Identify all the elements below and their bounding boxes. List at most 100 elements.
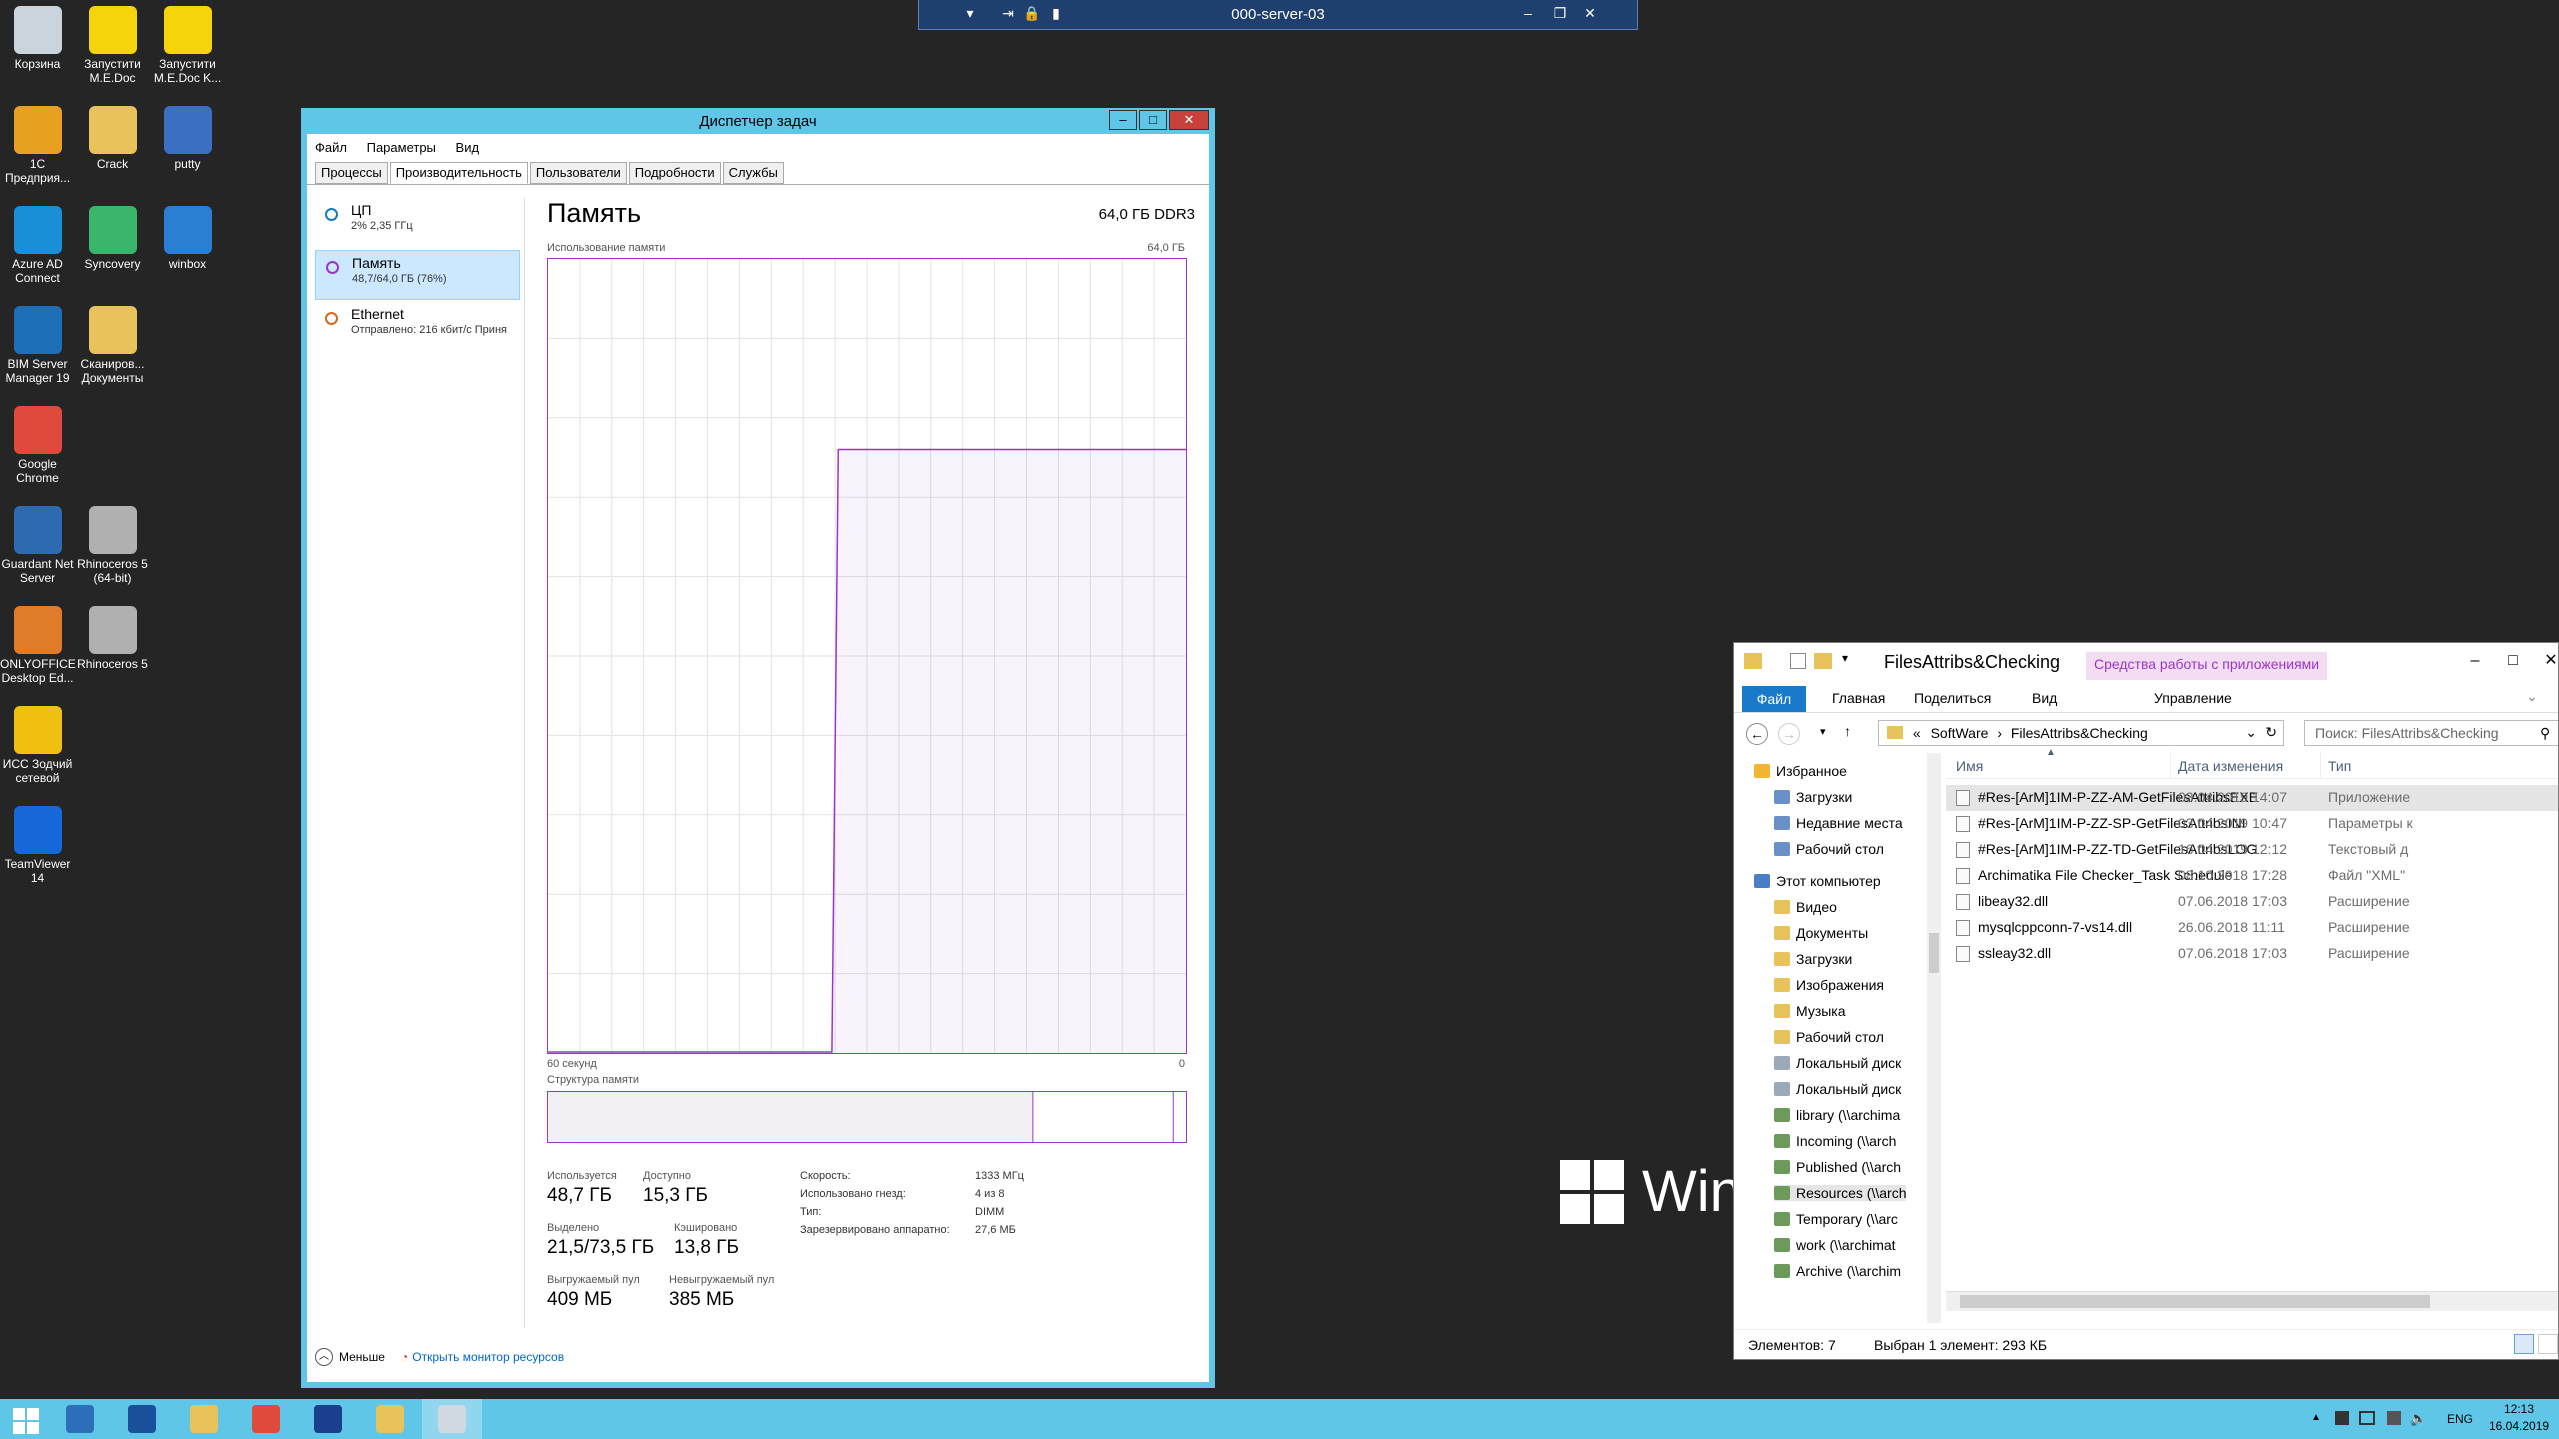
resource-ethernet[interactable]: Ethernet Отправлено: 216 кбит/с Приня bbox=[315, 302, 520, 352]
taskbar-button[interactable] bbox=[0, 1399, 48, 1439]
chevron-up-icon[interactable]: ︿ bbox=[315, 1348, 333, 1366]
desktop-icon[interactable]: Syncovery bbox=[75, 206, 150, 271]
language-indicator[interactable]: ENG bbox=[2447, 1412, 2473, 1426]
taskbar-button[interactable] bbox=[298, 1399, 358, 1439]
column-type[interactable]: Тип bbox=[2328, 758, 2351, 774]
tray-app-icon[interactable] bbox=[2335, 1411, 2349, 1425]
tab-performance[interactable]: Производительность bbox=[389, 162, 528, 184]
scrollbar-thumb[interactable] bbox=[1929, 933, 1939, 973]
details-view-icon[interactable] bbox=[2514, 1334, 2534, 1354]
forward-arrow-icon[interactable]: → bbox=[1778, 723, 1800, 745]
search-input[interactable]: Поиск: FilesAttribs&Checking bbox=[2304, 720, 2558, 746]
column-date[interactable]: Дата изменения bbox=[2178, 758, 2283, 774]
nav-favorites[interactable]: Избранное bbox=[1754, 763, 1847, 779]
refresh-icon[interactable]: ↻ bbox=[2265, 724, 2277, 741]
desktop-icon[interactable]: ONLYOFFICE Desktop Ed... bbox=[0, 606, 76, 685]
desktop-icon[interactable]: Crack bbox=[75, 106, 150, 171]
nav-item[interactable]: Published (\\arch bbox=[1774, 1159, 1901, 1175]
nav-computer[interactable]: Этот компьютер bbox=[1754, 873, 1881, 889]
file-row[interactable]: #Res-[ArM]1IM-P-ZZ-TD-GetFilesAttribsLOG… bbox=[1946, 837, 2558, 863]
desktop-icon[interactable]: Guardant Net Server bbox=[0, 506, 75, 585]
notification-icon[interactable] bbox=[2387, 1411, 2401, 1425]
up-arrow-icon[interactable]: ↑ bbox=[1844, 723, 1851, 739]
open-resource-monitor-link[interactable]: Открыть монитор ресурсов bbox=[412, 1350, 564, 1364]
network-icon[interactable] bbox=[2359, 1411, 2375, 1425]
tab-services[interactable]: Службы bbox=[722, 162, 784, 184]
column-name[interactable]: Имя bbox=[1956, 758, 1983, 774]
menu-file[interactable]: Файл bbox=[315, 140, 347, 155]
file-row[interactable]: mysqlcppconn-7-vs14.dll 26.06.2018 11:11 Р… bbox=[1946, 915, 2558, 941]
file-row[interactable]: ssleay32.dll 07.06.2018 17:03 Расширение bbox=[1946, 941, 2558, 967]
nav-item[interactable]: Resources (\\arch bbox=[1774, 1185, 1907, 1201]
nav-item[interactable]: Локальный диск bbox=[1774, 1055, 1901, 1071]
taskbar-button[interactable] bbox=[50, 1399, 110, 1439]
ribbon-file[interactable]: Файл bbox=[1742, 686, 1806, 712]
clock[interactable]: 12:13 16.04.2019 bbox=[2489, 1402, 2549, 1433]
nav-item[interactable]: Локальный диск bbox=[1774, 1081, 1901, 1097]
address-dropdown-icon[interactable]: ⌄ bbox=[2245, 724, 2257, 741]
nav-item[interactable]: Музыка bbox=[1774, 1003, 1846, 1019]
ribbon-view[interactable]: Вид bbox=[2032, 690, 2057, 706]
restore-icon[interactable]: ❐ bbox=[1551, 4, 1569, 22]
nav-item[interactable]: Загрузки bbox=[1774, 789, 1852, 805]
nav-item[interactable]: Archive (\\archim bbox=[1774, 1263, 1901, 1279]
nav-item[interactable]: Изображения bbox=[1774, 977, 1884, 993]
nav-item[interactable]: Документы bbox=[1774, 925, 1868, 941]
taskbar-button[interactable] bbox=[236, 1399, 296, 1439]
desktop-icon[interactable]: Azure AD Connect bbox=[0, 206, 75, 285]
taskbar-button[interactable] bbox=[422, 1399, 482, 1439]
desktop-icon[interactable]: Rhinoceros 5 bbox=[75, 606, 150, 671]
desktop-icon[interactable]: putty bbox=[150, 106, 225, 171]
taskbar-button[interactable] bbox=[360, 1399, 420, 1439]
title-bar[interactable]: Диспетчер задач – □ ✕ bbox=[301, 108, 1215, 134]
quick-access-dropdown-icon[interactable]: ▾ bbox=[1842, 651, 1848, 665]
desktop-icon[interactable]: winbox bbox=[150, 206, 225, 271]
new-folder-icon[interactable] bbox=[1814, 653, 1832, 669]
menu-view[interactable]: Вид bbox=[456, 140, 480, 155]
file-row[interactable]: libeay32.dll 07.06.2018 17:03 Расширение bbox=[1946, 889, 2558, 915]
fewer-details-button[interactable]: Меньше bbox=[339, 1350, 385, 1364]
desktop-icon[interactable]: Корзина bbox=[0, 6, 75, 71]
minimize-icon[interactable]: – bbox=[1519, 4, 1537, 22]
nav-scrollbar[interactable] bbox=[1927, 753, 1941, 1323]
ribbon-expand-icon[interactable]: ⌄ bbox=[2526, 688, 2538, 705]
nav-item[interactable]: Рабочий стол bbox=[1774, 1029, 1884, 1045]
scrollbar-thumb[interactable] bbox=[1960, 1295, 2430, 1308]
maximize-button[interactable]: □ bbox=[1139, 110, 1167, 130]
desktop-icon[interactable]: Запустити M.E.Doc K... bbox=[150, 6, 225, 85]
maximize-button[interactable]: □ bbox=[2496, 647, 2530, 673]
nav-item[interactable]: Недавние места bbox=[1774, 815, 1903, 831]
taskbar-button[interactable] bbox=[112, 1399, 172, 1439]
nav-item[interactable]: Incoming (\\arch bbox=[1774, 1133, 1896, 1149]
desktop-icon[interactable]: ИСС Зодчий сетевой bbox=[0, 706, 75, 785]
minimize-button[interactable]: – bbox=[2458, 647, 2492, 673]
close-icon[interactable]: ✕ bbox=[1581, 4, 1599, 22]
recent-dropdown-icon[interactable]: ▾ bbox=[1820, 725, 1826, 738]
resource-memory[interactable]: Память 48,7/64,0 ГБ (76%) bbox=[315, 250, 520, 300]
minimize-button[interactable]: – bbox=[1109, 110, 1137, 130]
resource-cpu[interactable]: ЦП 2% 2,35 ГГц bbox=[315, 198, 520, 248]
file-row[interactable]: #Res-[ArM]1IM-P-ZZ-SP-GetFilesAttribsINI… bbox=[1946, 811, 2558, 837]
nav-item[interactable]: Рабочий стол bbox=[1774, 841, 1884, 857]
title-bar[interactable]: ▾ FilesAttribs&Checking Средства работы … bbox=[1734, 643, 2558, 681]
app-tools-tab[interactable]: Средства работы с приложениями bbox=[2086, 652, 2328, 680]
breadcrumb-software[interactable]: SoftWare bbox=[1931, 725, 1989, 741]
ribbon-home[interactable]: Главная bbox=[1832, 690, 1885, 706]
file-row[interactable]: #Res-[ArM]1IM-P-ZZ-AM-GetFilesAttribsEXE… bbox=[1946, 785, 2558, 811]
ribbon-manage[interactable]: Управление bbox=[2154, 690, 2232, 706]
horizontal-scrollbar[interactable] bbox=[1946, 1291, 2558, 1311]
taskbar-button[interactable] bbox=[174, 1399, 234, 1439]
properties-icon[interactable] bbox=[1790, 653, 1806, 669]
back-arrow-icon[interactable]: ← bbox=[1746, 723, 1768, 745]
desktop-icon[interactable]: Rhinoceros 5 (64-bit) bbox=[75, 506, 150, 585]
nav-item[interactable]: work (\\archimat bbox=[1774, 1237, 1896, 1253]
address-bar[interactable]: « SoftWare › FilesAttribs&Checking ⌄ ↻ bbox=[1878, 720, 2284, 746]
file-row[interactable]: Archimatika File Checker_Task Schedule 08… bbox=[1946, 863, 2558, 889]
nav-item[interactable]: Temporary (\\arc bbox=[1774, 1211, 1898, 1227]
ribbon-share[interactable]: Поделиться bbox=[1914, 690, 1991, 706]
tab-details[interactable]: Подробности bbox=[628, 162, 721, 184]
nav-item[interactable]: Видео bbox=[1774, 899, 1837, 915]
nav-item[interactable]: library (\\archima bbox=[1774, 1107, 1900, 1123]
close-button[interactable]: ✕ bbox=[1169, 110, 1209, 130]
menu-options[interactable]: Параметры bbox=[367, 140, 436, 155]
